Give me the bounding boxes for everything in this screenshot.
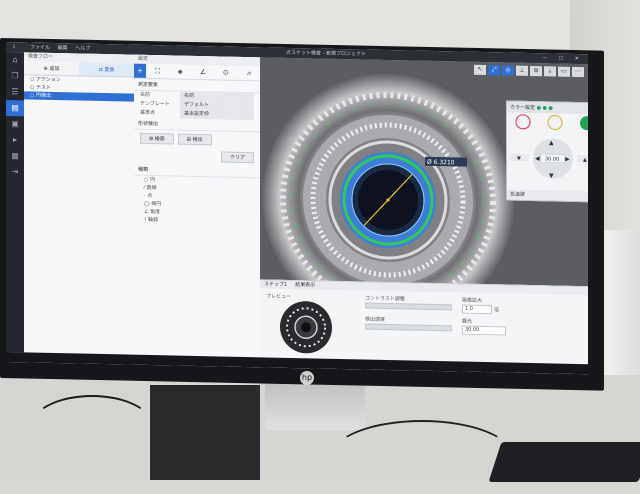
cursor-icon[interactable]: ↖	[474, 64, 486, 76]
cable	[330, 420, 514, 494]
field2-label: 露光	[462, 318, 473, 325]
list-icon[interactable]: ☰	[6, 84, 24, 100]
slider1-label: コントラスト調整	[365, 295, 405, 303]
document-icon[interactable]: ▤	[6, 100, 24, 117]
tab-convert[interactable]: ⇄ 変換	[79, 62, 134, 78]
play-icon[interactable]: ▸	[6, 132, 24, 148]
list-item[interactable]: ⌇ 輪郭	[134, 216, 260, 227]
menu-file[interactable]: ファイル	[30, 45, 50, 51]
zoom-field[interactable]: 1.0	[462, 304, 492, 315]
svg-text:▲: ▲	[583, 157, 587, 163]
cable	[30, 395, 154, 459]
menu-edit[interactable]: 編集	[58, 45, 68, 51]
menu-help[interactable]: ヘルプ	[75, 45, 90, 51]
desk-shadow	[150, 385, 260, 480]
measure-label: Ø 6.3210	[427, 159, 455, 167]
angle-tool-icon[interactable]: ∠	[192, 65, 215, 79]
exposure-field[interactable]: 30.00	[462, 325, 506, 336]
popup-readout: 30.00	[545, 156, 559, 162]
save-icon[interactable]: ⤓	[544, 66, 556, 77]
image-viewer[interactable]: Ø 6.3210 ↖ ⤢ ◎ ⟂ ⧉ ⤓ ▭ ⋯ カラー設定 ● ● ● ▲ ▼…	[260, 57, 588, 287]
bottom-settings: ステップ1 結果表示 プレビュー コントラスト調整 検出感度 画像拡大 1.0 …	[260, 279, 588, 366]
shape-tool-icon[interactable]: ◈	[169, 64, 192, 78]
image-icon[interactable]: ▣	[6, 116, 24, 132]
field1-label: 画像拡大	[462, 297, 483, 304]
svg-text:◀: ◀	[535, 155, 540, 162]
detect-button[interactable]: ⊞ 検出	[177, 133, 212, 146]
search-button[interactable]: ⊞ 検索	[140, 132, 174, 145]
slider1[interactable]	[365, 302, 452, 311]
tab-add[interactable]: ⊕ 追加	[24, 61, 79, 77]
svg-text:▶: ▶	[565, 156, 570, 163]
popup-footer[interactable]: 色追跡	[507, 189, 588, 202]
point-tool-icon[interactable]: ⊙	[214, 65, 237, 79]
download-icon[interactable]: ⇩	[12, 42, 16, 52]
svg-text:▼: ▼	[549, 172, 554, 179]
green-dot	[580, 116, 588, 131]
tree-item-selected[interactable]: ○ 円検出	[24, 91, 134, 102]
monitor-screen: ⇩ ファイル 編集 ヘルプ ガスケット検査 - 新規プロジェクト — ☐ ✕ ⌂…	[6, 42, 588, 375]
slider2-label: 検出感度	[365, 316, 386, 323]
preview-thumbnail	[280, 301, 332, 354]
camera-icon[interactable]: ▭	[558, 66, 570, 77]
tab-result[interactable]: 結果表示	[295, 281, 315, 289]
chart-tool-icon[interactable]: ⩘	[237, 66, 260, 80]
properties-panel: 設定 + ⛶ ◈ ∠ ⊙ ⩘ 測定要素 名前 名前 テンプレート デフォルト 基準点…	[134, 54, 261, 358]
fit-icon[interactable]: ⤢	[488, 65, 500, 76]
copy-icon[interactable]: ❐	[6, 68, 24, 84]
yellow-ring	[547, 114, 563, 131]
hp-logo-icon: hp	[300, 371, 314, 385]
prop-value[interactable]: 基本設定枠	[180, 109, 254, 121]
select-tool-icon[interactable]: ⛶	[146, 64, 169, 78]
svg-text:▲: ▲	[549, 139, 554, 146]
color-settings-popup: カラー設定 ● ● ● ▲ ▼ ◀ ▶ 30.00 ▼ ▲ 色追跡	[506, 100, 588, 203]
tab-step[interactable]: ステップ1	[264, 280, 287, 288]
ruler-icon[interactable]: ⟂	[516, 65, 528, 76]
folder-icon[interactable]: ⌂	[6, 52, 24, 68]
more-icon[interactable]: ⋯	[572, 66, 584, 78]
svg-text:▼: ▼	[517, 156, 521, 162]
color-picker[interactable]: ▲ ▼ ◀ ▶ 30.00 ▼ ▲	[507, 111, 588, 189]
flow-panel: 検査フロー ⊕ 追加 ⇄ 変換 ○ アクション ○ テスト ○ 円検出	[24, 52, 135, 355]
add-button[interactable]: +	[134, 63, 146, 78]
clear-button[interactable]: クリア	[220, 151, 254, 164]
layers-icon[interactable]: ⧉	[530, 65, 542, 77]
export-icon[interactable]: ⇥	[6, 164, 24, 180]
monitor-stand-base	[265, 380, 365, 430]
zoom-unit: 倍	[494, 307, 500, 314]
red-ring	[515, 114, 531, 130]
slider2[interactable]	[365, 323, 452, 332]
target-icon[interactable]: ◎	[502, 65, 514, 76]
table-icon[interactable]: ▦	[6, 148, 24, 164]
left-icon-rail: ⌂ ❐ ☰ ▤ ▣ ▸ ▦ ⇥	[6, 52, 24, 353]
